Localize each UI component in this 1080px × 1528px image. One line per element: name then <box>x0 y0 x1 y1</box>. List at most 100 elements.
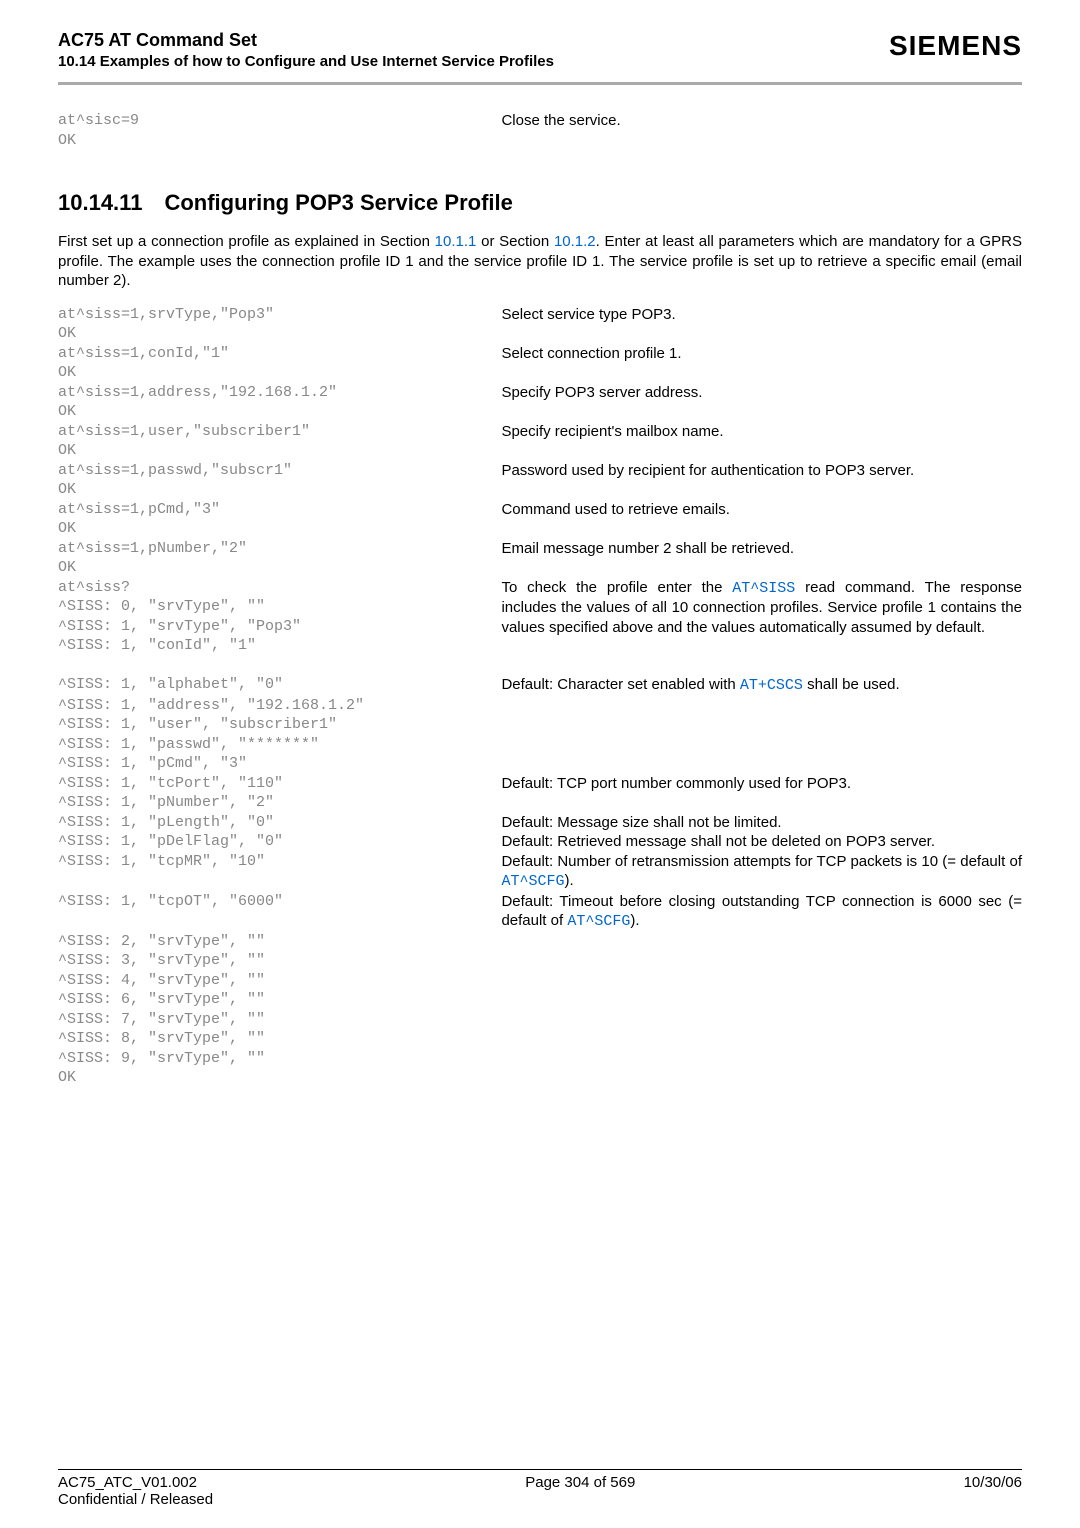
code-left: OK <box>58 402 501 422</box>
code-row: ^SISS: 8, "srvType", "" <box>58 1029 1022 1049</box>
code-row: at^siss=1,pCmd,"3"Command used to retrie… <box>58 500 1022 520</box>
code-desc <box>501 558 1022 578</box>
code-desc: Close the service. <box>501 111 1022 131</box>
code-text: ^SISS: 1, "srvType", "Pop3" <box>58 617 501 637</box>
section-heading: 10.14.11 Configuring POP3 Service Profile <box>58 190 1022 216</box>
code-desc: Default: Message size shall not be limit… <box>501 813 1022 833</box>
code-row: ^SISS: 1, "tcPort", "110"Default: TCP po… <box>58 774 1022 794</box>
code-row: at^siss=1,user,"subscriber1"Specify reci… <box>58 422 1022 442</box>
code-desc: Password used by recipient for authentic… <box>501 461 1022 481</box>
code-desc: Select service type POP3. <box>501 305 1022 325</box>
code-left: ^SISS: 1, "address", "192.168.1.2" <box>58 696 501 716</box>
code-row: at^siss=1,address,"192.168.1.2"Specify P… <box>58 383 1022 403</box>
code-desc <box>501 1029 1022 1049</box>
footer: AC75_ATC_V01.002 Page 304 of 569 10/30/0… <box>58 1469 1022 1508</box>
section-title: Configuring POP3 Service Profile <box>164 190 512 215</box>
code-row: ^SISS: 1, "pDelFlag", "0"Default: Retrie… <box>58 832 1022 852</box>
section-link[interactable]: 10.1.1 <box>435 233 477 250</box>
footer-doc-id: AC75_ATC_V01.002 <box>58 1474 197 1491</box>
code-left: OK <box>58 324 501 344</box>
code-left: ^SISS: 1, "tcpOT", "6000" <box>58 892 501 932</box>
code-row: OK <box>58 1068 1022 1088</box>
code-row: OK <box>58 363 1022 383</box>
footer-classification: Confidential / Released <box>58 1491 1022 1508</box>
code-desc <box>501 1068 1022 1088</box>
at-command-link[interactable]: AT^SCFG <box>567 913 630 930</box>
code-row: OK <box>58 519 1022 539</box>
code-row: ^SISS: 4, "srvType", "" <box>58 971 1022 991</box>
code-row: at^siss=1,srvType,"Pop3"Select service t… <box>58 305 1022 325</box>
code-row: ^SISS: 3, "srvType", "" <box>58 951 1022 971</box>
code-left: at^siss=1,conId,"1" <box>58 344 501 364</box>
code-left: ^SISS: 1, "pDelFlag", "0" <box>58 832 501 852</box>
code-desc <box>501 480 1022 500</box>
code-desc: Select connection profile 1. <box>501 344 1022 364</box>
at-command-link[interactable]: AT^SCFG <box>501 873 564 890</box>
at-command-link[interactable]: AT+CSCS <box>740 677 803 694</box>
code-left: ^SISS: 1, "passwd", "*******" <box>58 735 501 755</box>
code-block: at^siss=1,srvType,"Pop3"Select service t… <box>58 305 1022 578</box>
code-desc <box>501 951 1022 971</box>
code-desc: Default: Number of retransmission attemp… <box>501 852 1022 892</box>
footer-row: AC75_ATC_V01.002 Page 304 of 569 10/30/0… <box>58 1474 1022 1491</box>
desc-text: Default: Number of retransmission attemp… <box>501 853 1022 870</box>
code-desc: To check the profile enter the AT^SISS r… <box>501 578 1022 676</box>
code-desc: Command used to retrieve emails. <box>501 500 1022 520</box>
code-desc <box>501 363 1022 383</box>
code-desc <box>501 131 1022 151</box>
code-text: ^SISS: 1, "conId", "1" <box>58 636 501 656</box>
footer-page: Page 304 of 569 <box>525 1474 635 1491</box>
code-left: OK <box>58 441 501 461</box>
intro-text: or Section <box>476 233 554 250</box>
code-left: at^siss=1,passwd,"subscr1" <box>58 461 501 481</box>
section-number: 10.14.11 <box>58 190 142 215</box>
at-command-link[interactable]: AT^SISS <box>732 580 795 597</box>
code-desc <box>501 754 1022 774</box>
code-left: ^SISS: 3, "srvType", "" <box>58 951 501 971</box>
code-left: at^sisc=9 <box>58 111 501 131</box>
desc-text: To check the profile enter the <box>501 579 732 596</box>
code-row: ^SISS: 7, "srvType", "" <box>58 1010 1022 1030</box>
code-row: OK <box>58 402 1022 422</box>
code-row: ^SISS: 1, "address", "192.168.1.2" <box>58 696 1022 716</box>
code-row: ^SISS: 1, "alphabet", "0" Default: Chara… <box>58 675 1022 696</box>
code-desc <box>501 324 1022 344</box>
code-block: ^SISS: 1, "address", "192.168.1.2"^SISS:… <box>58 696 1022 852</box>
code-left: ^SISS: 7, "srvType", "" <box>58 1010 501 1030</box>
code-desc <box>501 1010 1022 1030</box>
header: AC75 AT Command Set 10.14 Examples of ho… <box>58 30 1022 70</box>
section-link[interactable]: 10.1.2 <box>554 233 596 250</box>
code-row: ^SISS: 1, "pNumber", "2" <box>58 793 1022 813</box>
code-left: ^SISS: 1, "pCmd", "3" <box>58 754 501 774</box>
code-row: ^SISS: 2, "srvType", "" <box>58 932 1022 952</box>
doc-subtitle: 10.14 Examples of how to Configure and U… <box>58 53 554 70</box>
code-desc: Default: Character set enabled with AT+C… <box>501 675 1022 696</box>
code-left: ^SISS: 1, "pNumber", "2" <box>58 793 501 813</box>
code-left: at^siss=1,user,"subscriber1" <box>58 422 501 442</box>
code-desc: Default: TCP port number commonly used f… <box>501 774 1022 794</box>
code-left: OK <box>58 1068 501 1088</box>
code-left: ^SISS: 6, "srvType", "" <box>58 990 501 1010</box>
code-left: OK <box>58 131 501 151</box>
code-row: OK <box>58 558 1022 578</box>
code-left: at^siss=1,srvType,"Pop3" <box>58 305 501 325</box>
code-left: ^SISS: 1, "alphabet", "0" <box>58 675 501 696</box>
code-desc: Specify recipient's mailbox name. <box>501 422 1022 442</box>
code-desc <box>501 932 1022 952</box>
code-row: at^siss=1,conId,"1"Select connection pro… <box>58 344 1022 364</box>
code-left: ^SISS: 1, "pLength", "0" <box>58 813 501 833</box>
code-desc: Default: Retrieved message shall not be … <box>501 832 1022 852</box>
code-desc <box>501 793 1022 813</box>
code-desc <box>501 735 1022 755</box>
code-row: ^SISS: 9, "srvType", "" <box>58 1049 1022 1069</box>
code-row: ^SISS: 1, "pLength", "0"Default: Message… <box>58 813 1022 833</box>
code-left: OK <box>58 363 501 383</box>
desc-text: ). <box>630 912 639 929</box>
code-row: at^siss=1,pNumber,"2"Email message numbe… <box>58 539 1022 559</box>
code-row: ^SISS: 1, "user", "subscriber1" <box>58 715 1022 735</box>
code-row: ^SISS: 1, "tcpOT", "6000" Default: Timeo… <box>58 892 1022 932</box>
code-row: at^sisc=9 Close the service. <box>58 111 1022 131</box>
code-row: ^SISS: 6, "srvType", "" <box>58 990 1022 1010</box>
code-left: ^SISS: 1, "user", "subscriber1" <box>58 715 501 735</box>
intro-paragraph: First set up a connection profile as exp… <box>58 232 1022 291</box>
